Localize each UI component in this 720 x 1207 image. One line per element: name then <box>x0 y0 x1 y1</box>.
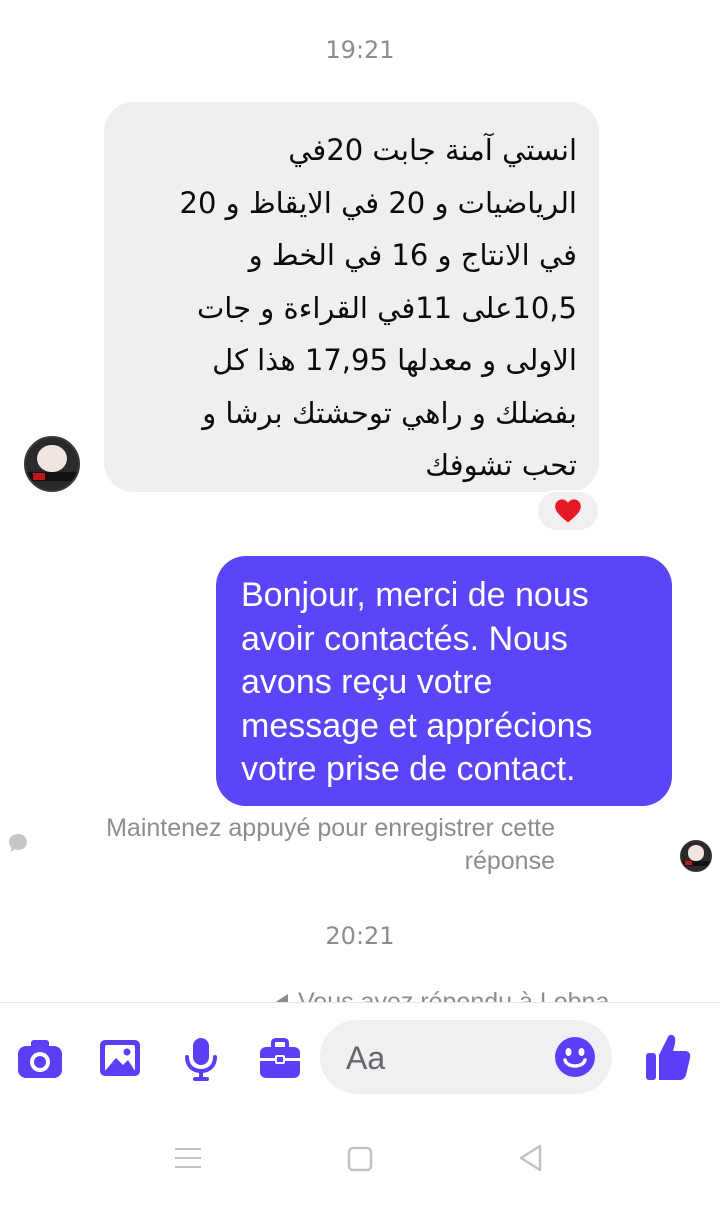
contact-avatar[interactable] <box>24 436 80 492</box>
reply-arrow-icon <box>274 994 288 1002</box>
system-navigation-bar <box>0 1125 720 1207</box>
message-timestamp: 19:21 <box>325 36 395 64</box>
message-line: message et apprécions <box>241 706 593 745</box>
composer-divider <box>0 1002 720 1003</box>
message-line: تحب تشوفك <box>425 448 577 482</box>
image-icon[interactable] <box>98 1038 142 1078</box>
save-reply-hint[interactable]: Maintenez appuyé pour enregistrer cette … <box>40 812 555 878</box>
message-line: الاولى و معدلها 17,95 هذا كل <box>212 343 577 377</box>
read-receipt-avatar <box>680 840 712 872</box>
menu-icon[interactable] <box>174 1145 202 1171</box>
message-line: Bonjour, merci de nous <box>241 576 589 614</box>
microphone-icon[interactable] <box>184 1036 218 1082</box>
camera-icon[interactable] <box>16 1038 64 1080</box>
message-composer[interactable] <box>320 1020 612 1094</box>
message-line: votre prise de contact. <box>241 750 576 788</box>
reply-notice: Vous avez répondu à Lobna <box>0 990 720 1002</box>
message-line: انستي آمنة جابت 20في <box>288 133 577 167</box>
message-line: الرياضيات و 20 في الايقاظ و 20 <box>179 185 577 220</box>
toolbox-icon[interactable] <box>258 1038 302 1080</box>
chat-bubble-icon <box>9 834 27 852</box>
emoji-icon[interactable] <box>554 1036 596 1078</box>
back-triangle-icon[interactable] <box>516 1143 546 1173</box>
message-line: 10,5على 11في القراءة و جات <box>197 290 577 325</box>
hint-line: réponse <box>464 847 555 875</box>
message-line: بفضلك و راهي توحشتك برشا و <box>202 395 577 430</box>
incoming-message-bubble[interactable]: انستي آمنة جابت 20في الرياضيات و 20 في ا… <box>104 102 599 492</box>
message-timestamp: 20:21 <box>325 922 395 950</box>
outgoing-message-bubble[interactable]: Bonjour, merci de nous avoir contactés. … <box>216 556 672 806</box>
message-line: avoir contactés. Nous <box>241 619 568 658</box>
message-input[interactable] <box>344 1032 558 1084</box>
message-line: في الانتاج و 16 في الخط و <box>248 238 577 272</box>
heart-icon <box>555 499 581 523</box>
message-line: avons reçu votre <box>241 663 493 701</box>
hint-line: Maintenez appuyé pour enregistrer cette <box>106 814 555 842</box>
reply-notice-text: Vous avez répondu à Lobna <box>298 990 609 1002</box>
thumbs-up-icon[interactable] <box>644 1032 692 1082</box>
heart-reaction[interactable] <box>536 490 600 532</box>
home-square-icon[interactable] <box>346 1145 374 1173</box>
